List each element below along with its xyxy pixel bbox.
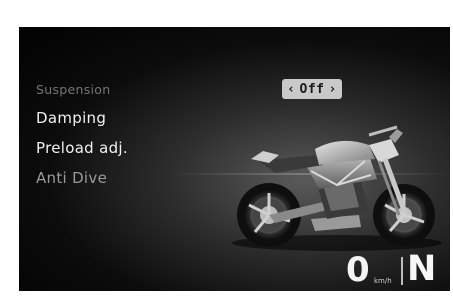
arrow-left-icon[interactable]: ‹ [287,82,295,97]
value-selector[interactable]: ‹ Off › [282,79,342,99]
speed-unit: km/h [374,277,392,285]
menu-header: Suspension [36,82,111,97]
menu-item-anti-dive[interactable]: Anti Dive [36,169,107,187]
menu-item-preload[interactable]: Preload adj. [36,139,128,157]
front-wheel [373,184,435,246]
menu-item-damping[interactable]: Damping [36,109,106,127]
value-text: Off [299,81,325,97]
motorcycle-illustration [232,125,442,251]
status-divider [401,257,403,285]
arrow-right-icon[interactable]: › [328,82,336,97]
dashboard-screen: Suspension Damping Preload adj. Anti Div… [19,27,450,291]
speed-readout: 0 [346,250,370,290]
gear-indicator: N [407,249,437,289]
